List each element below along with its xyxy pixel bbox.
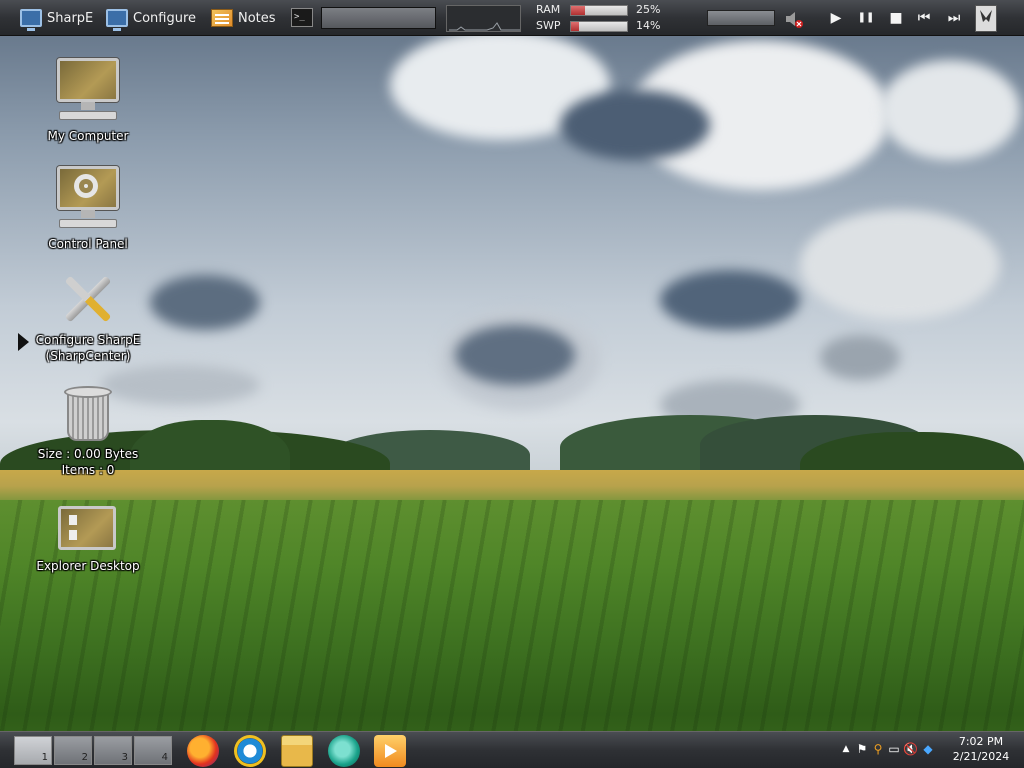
network-icon[interactable]: ▭ xyxy=(887,742,901,756)
notes-icon xyxy=(211,9,233,27)
workspace-pager-1[interactable]: 1 xyxy=(14,736,52,765)
volume-slider[interactable] xyxy=(707,10,775,26)
pause-icon[interactable]: ❚❚ xyxy=(857,10,875,26)
desktop-icon-label: My Computer xyxy=(47,129,129,143)
desktop-icon-configure-sharpe[interactable]: Configure SharpE (SharpCenter) xyxy=(18,268,158,364)
sharpe-menu-button[interactable]: SharpE xyxy=(20,6,94,31)
gear-icon xyxy=(74,174,98,198)
desktop-icon-my-computer[interactable]: My Computer xyxy=(18,58,158,144)
notes-button[interactable]: Notes xyxy=(211,6,276,30)
computer-icon xyxy=(55,58,121,124)
clock-date: 2/21/2024 xyxy=(952,750,1010,763)
stop-icon[interactable]: ■ xyxy=(887,10,905,26)
previous-track-icon[interactable]: ⏮ xyxy=(915,10,933,26)
next-track-icon[interactable]: ⏭ xyxy=(945,10,963,26)
configure-button[interactable]: Configure xyxy=(106,6,197,31)
mouse-cursor-icon xyxy=(18,333,29,351)
sharpe-menu-label: SharpE xyxy=(47,10,94,26)
sharpe-logo-icon[interactable] xyxy=(975,5,997,32)
pager-number: 3 xyxy=(121,752,128,763)
desktop-icon-explorer-desktop[interactable]: Explorer Desktop xyxy=(18,506,158,574)
trash-icon xyxy=(62,386,114,442)
explorer-desktop-icon xyxy=(58,506,118,552)
play-icon[interactable]: ▶ xyxy=(827,10,845,26)
recycle-bin-info: Size : 0.00 Bytes Items : 0 xyxy=(37,447,139,477)
ram-label: RAM xyxy=(536,3,561,16)
search-icon[interactable]: ⚲ xyxy=(871,742,885,756)
wrench-screwdriver-icon xyxy=(58,268,118,328)
taskbar-clock[interactable]: 7:02 PM 2/21/2024 xyxy=(948,734,1014,764)
configure-label: Configure xyxy=(133,10,197,26)
notes-label: Notes xyxy=(238,10,276,26)
terminal-icon[interactable]: >_ xyxy=(291,8,313,27)
pager-number: 1 xyxy=(41,752,48,763)
internet-explorer-icon[interactable] xyxy=(234,735,266,767)
desktop-icon-label: Explorer Desktop xyxy=(36,559,140,573)
workspace-pager-2[interactable]: 2 xyxy=(54,736,92,765)
ram-value: 25% xyxy=(636,3,661,16)
desktop-icon-control-panel[interactable]: Control Panel xyxy=(18,166,158,252)
workspace-pager-4[interactable]: 4 xyxy=(134,736,172,765)
pager-number: 4 xyxy=(161,752,168,763)
speaker-muted-icon[interactable] xyxy=(783,9,805,29)
sharpe-icon[interactable] xyxy=(328,735,360,767)
file-explorer-icon[interactable] xyxy=(281,735,313,767)
volume-muted-icon[interactable]: 🔇 xyxy=(903,742,918,756)
monitor-icon xyxy=(20,9,42,31)
clock-time: 7:02 PM xyxy=(958,735,1004,748)
flag-icon[interactable]: ⚑ xyxy=(855,742,869,756)
swap-label: SWP xyxy=(536,19,561,32)
pager-number: 2 xyxy=(81,752,88,763)
media-player-icon[interactable] xyxy=(374,735,406,767)
control-panel-icon xyxy=(55,166,121,232)
configure-monitor-icon xyxy=(106,9,128,31)
ram-meter-fill xyxy=(571,6,585,15)
swap-value: 14% xyxy=(636,19,661,32)
desktop-icon-label: Control Panel xyxy=(48,237,128,251)
cpu-graph xyxy=(446,5,521,32)
tray-expand-icon[interactable]: ▲ xyxy=(839,742,853,756)
desktop-icon-recycle-bin[interactable]: Size : 0.00 Bytes Items : 0 xyxy=(18,386,158,478)
top-bar: SharpE Configure Notes >_ RAM 25% SWP 14… xyxy=(0,0,1024,36)
ram-meter xyxy=(570,5,628,16)
desktop-icon-label: Configure SharpE (SharpCenter) xyxy=(35,333,141,363)
swap-meter xyxy=(570,21,628,32)
swap-meter-fill xyxy=(571,22,579,31)
firefox-icon[interactable] xyxy=(187,735,219,767)
cpu-graph-line xyxy=(449,22,520,31)
bluetooth-icon[interactable]: ◆ xyxy=(921,742,935,756)
workspace-pager-3[interactable]: 3 xyxy=(94,736,132,765)
run-input[interactable] xyxy=(321,7,436,29)
